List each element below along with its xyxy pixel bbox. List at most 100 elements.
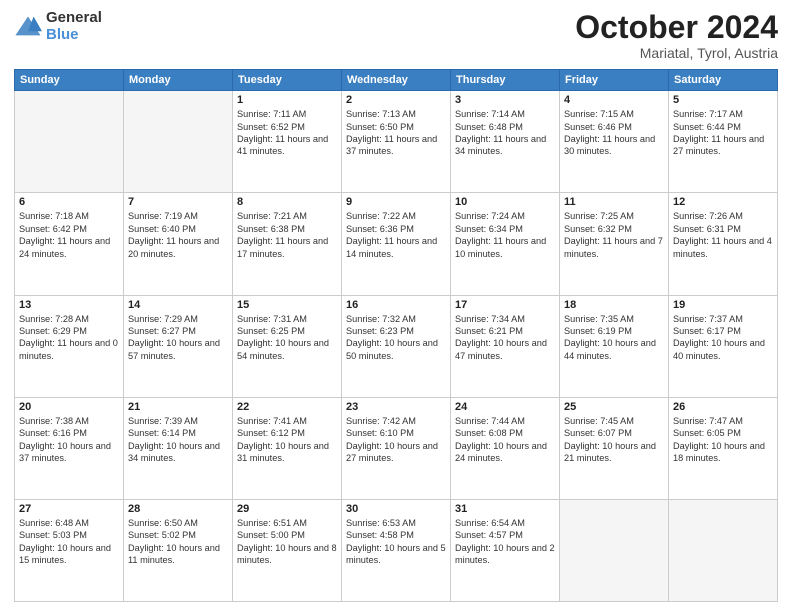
day-number: 18	[564, 299, 664, 311]
day-number: 13	[19, 299, 119, 311]
calendar-cell: 25 Sunrise: 7:45 AM Sunset: 6:07 PM Dayli…	[560, 397, 669, 499]
day-number: 17	[455, 299, 555, 311]
logo-icon	[14, 13, 42, 41]
day-detail: Sunrise: 7:25 AM Sunset: 6:32 PM Dayligh…	[564, 210, 664, 260]
day-header-thursday: Thursday	[451, 70, 560, 91]
day-detail: Sunrise: 6:54 AM Sunset: 4:57 PM Dayligh…	[455, 517, 555, 567]
calendar-week-1: 1 Sunrise: 7:11 AM Sunset: 6:52 PM Daylig…	[15, 91, 778, 193]
calendar-cell: 16 Sunrise: 7:32 AM Sunset: 6:23 PM Dayli…	[342, 295, 451, 397]
day-number: 3	[455, 94, 555, 106]
day-detail: Sunrise: 7:45 AM Sunset: 6:07 PM Dayligh…	[564, 415, 664, 465]
month-title: October 2024	[575, 10, 778, 45]
day-detail: Sunrise: 7:34 AM Sunset: 6:21 PM Dayligh…	[455, 313, 555, 363]
day-number: 24	[455, 401, 555, 413]
calendar-cell: 3 Sunrise: 7:14 AM Sunset: 6:48 PM Daylig…	[451, 91, 560, 193]
day-header-monday: Monday	[124, 70, 233, 91]
day-detail: Sunrise: 7:22 AM Sunset: 6:36 PM Dayligh…	[346, 210, 446, 260]
day-number: 9	[346, 196, 446, 208]
day-number: 26	[673, 401, 773, 413]
calendar-cell: 6 Sunrise: 7:18 AM Sunset: 6:42 PM Daylig…	[15, 193, 124, 295]
calendar-week-3: 13 Sunrise: 7:28 AM Sunset: 6:29 PM Dayli…	[15, 295, 778, 397]
logo-general-text: General	[46, 10, 102, 27]
day-number: 4	[564, 94, 664, 106]
day-detail: Sunrise: 7:32 AM Sunset: 6:23 PM Dayligh…	[346, 313, 446, 363]
day-number: 10	[455, 196, 555, 208]
calendar-cell: 31 Sunrise: 6:54 AM Sunset: 4:57 PM Dayli…	[451, 499, 560, 601]
day-number: 28	[128, 503, 228, 515]
day-detail: Sunrise: 7:37 AM Sunset: 6:17 PM Dayligh…	[673, 313, 773, 363]
calendar-week-2: 6 Sunrise: 7:18 AM Sunset: 6:42 PM Daylig…	[15, 193, 778, 295]
calendar-week-4: 20 Sunrise: 7:38 AM Sunset: 6:16 PM Dayli…	[15, 397, 778, 499]
calendar-cell	[15, 91, 124, 193]
day-detail: Sunrise: 7:18 AM Sunset: 6:42 PM Dayligh…	[19, 210, 119, 260]
location-text: Mariatal, Tyrol, Austria	[575, 45, 778, 61]
logo: General Blue	[14, 10, 102, 43]
day-number: 21	[128, 401, 228, 413]
day-detail: Sunrise: 7:39 AM Sunset: 6:14 PM Dayligh…	[128, 415, 228, 465]
day-number: 1	[237, 94, 337, 106]
title-block: October 2024 Mariatal, Tyrol, Austria	[575, 10, 778, 61]
calendar-cell	[669, 499, 778, 601]
day-number: 29	[237, 503, 337, 515]
calendar-cell: 28 Sunrise: 6:50 AM Sunset: 5:02 PM Dayli…	[124, 499, 233, 601]
day-number: 23	[346, 401, 446, 413]
day-detail: Sunrise: 6:48 AM Sunset: 5:03 PM Dayligh…	[19, 517, 119, 567]
day-number: 20	[19, 401, 119, 413]
calendar-header-row: SundayMondayTuesdayWednesdayThursdayFrid…	[15, 70, 778, 91]
calendar-cell: 7Sunrise: 7:19 AM Sunset: 6:40 PM Daylig…	[124, 193, 233, 295]
page-header: General Blue October 2024 Mariatal, Tyro…	[14, 10, 778, 61]
day-number: 30	[346, 503, 446, 515]
day-number: 2	[346, 94, 446, 106]
logo-blue-text: Blue	[46, 27, 102, 44]
day-number: 27	[19, 503, 119, 515]
calendar-cell: 29 Sunrise: 6:51 AM Sunset: 5:00 PM Dayli…	[233, 499, 342, 601]
day-number: 8	[237, 196, 337, 208]
day-detail: Sunrise: 7:42 AM Sunset: 6:10 PM Dayligh…	[346, 415, 446, 465]
day-header-saturday: Saturday	[669, 70, 778, 91]
day-number: 15	[237, 299, 337, 311]
day-number: 14	[128, 299, 228, 311]
day-number: 12	[673, 196, 773, 208]
day-detail: Sunrise: 6:53 AM Sunset: 4:58 PM Dayligh…	[346, 517, 446, 567]
day-detail: Sunrise: 7:35 AM Sunset: 6:19 PM Dayligh…	[564, 313, 664, 363]
calendar-cell: 22Sunrise: 7:41 AM Sunset: 6:12 PM Dayli…	[233, 397, 342, 499]
day-detail: Sunrise: 6:51 AM Sunset: 5:00 PM Dayligh…	[237, 517, 337, 567]
day-number: 31	[455, 503, 555, 515]
day-detail: Sunrise: 7:31 AM Sunset: 6:25 PM Dayligh…	[237, 313, 337, 363]
day-detail: Sunrise: 7:19 AM Sunset: 6:40 PM Dayligh…	[128, 210, 228, 260]
day-number: 5	[673, 94, 773, 106]
day-detail: Sunrise: 7:13 AM Sunset: 6:50 PM Dayligh…	[346, 108, 446, 158]
day-number: 11	[564, 196, 664, 208]
day-number: 19	[673, 299, 773, 311]
day-detail: Sunrise: 7:11 AM Sunset: 6:52 PM Dayligh…	[237, 108, 337, 158]
day-detail: Sunrise: 7:38 AM Sunset: 6:16 PM Dayligh…	[19, 415, 119, 465]
calendar-cell: 12 Sunrise: 7:26 AM Sunset: 6:31 PM Dayli…	[669, 193, 778, 295]
day-header-tuesday: Tuesday	[233, 70, 342, 91]
day-detail: Sunrise: 7:14 AM Sunset: 6:48 PM Dayligh…	[455, 108, 555, 158]
day-detail: Sunrise: 7:26 AM Sunset: 6:31 PM Dayligh…	[673, 210, 773, 260]
calendar-cell: 1 Sunrise: 7:11 AM Sunset: 6:52 PM Daylig…	[233, 91, 342, 193]
day-number: 6	[19, 196, 119, 208]
calendar-cell: 11 Sunrise: 7:25 AM Sunset: 6:32 PM Dayli…	[560, 193, 669, 295]
calendar-cell: 27 Sunrise: 6:48 AM Sunset: 5:03 PM Dayli…	[15, 499, 124, 601]
day-detail: Sunrise: 7:17 AM Sunset: 6:44 PM Dayligh…	[673, 108, 773, 158]
day-header-friday: Friday	[560, 70, 669, 91]
day-detail: Sunrise: 7:21 AM Sunset: 6:38 PM Dayligh…	[237, 210, 337, 260]
day-number: 16	[346, 299, 446, 311]
calendar-cell: 10Sunrise: 7:24 AM Sunset: 6:34 PM Dayli…	[451, 193, 560, 295]
day-detail: Sunrise: 7:44 AM Sunset: 6:08 PM Dayligh…	[455, 415, 555, 465]
day-detail: Sunrise: 7:15 AM Sunset: 6:46 PM Dayligh…	[564, 108, 664, 158]
calendar-cell	[124, 91, 233, 193]
day-detail: Sunrise: 7:28 AM Sunset: 6:29 PM Dayligh…	[19, 313, 119, 363]
calendar-cell: 18 Sunrise: 7:35 AM Sunset: 6:19 PM Dayli…	[560, 295, 669, 397]
day-detail: Sunrise: 7:29 AM Sunset: 6:27 PM Dayligh…	[128, 313, 228, 363]
day-detail: Sunrise: 6:50 AM Sunset: 5:02 PM Dayligh…	[128, 517, 228, 567]
day-header-sunday: Sunday	[15, 70, 124, 91]
day-number: 25	[564, 401, 664, 413]
calendar-cell: 24 Sunrise: 7:44 AM Sunset: 6:08 PM Dayli…	[451, 397, 560, 499]
calendar-table: SundayMondayTuesdayWednesdayThursdayFrid…	[14, 69, 778, 602]
calendar-cell: 2 Sunrise: 7:13 AM Sunset: 6:50 PM Daylig…	[342, 91, 451, 193]
calendar-cell: 19 Sunrise: 7:37 AM Sunset: 6:17 PM Dayli…	[669, 295, 778, 397]
calendar-cell: 13 Sunrise: 7:28 AM Sunset: 6:29 PM Dayli…	[15, 295, 124, 397]
day-detail: Sunrise: 7:47 AM Sunset: 6:05 PM Dayligh…	[673, 415, 773, 465]
